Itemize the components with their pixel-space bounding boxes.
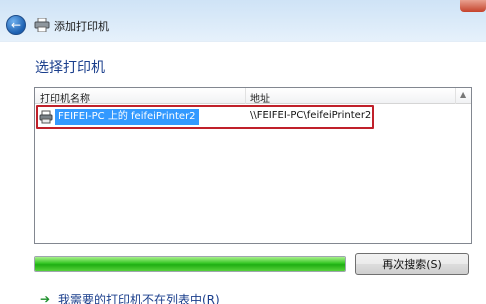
green-arrow-icon: ➔	[40, 292, 51, 304]
list-header: 打印机名称 地址 ▲	[35, 88, 471, 105]
printer-icon	[34, 18, 50, 32]
column-divider	[245, 88, 246, 104]
back-button[interactable]: ←	[6, 15, 26, 35]
column-header-name[interactable]: 打印机名称	[40, 90, 90, 105]
close-button[interactable]	[460, 0, 486, 12]
printer-list[interactable]: 打印机名称 地址 ▲ FEIFEI-PC 上的 feifeiPrinter2 \…	[34, 87, 472, 244]
selection-highlight-box	[36, 105, 374, 129]
page-heading: 选择打印机	[35, 60, 105, 76]
window-title: 添加打印机	[54, 20, 109, 33]
search-progress-bar	[34, 256, 346, 272]
title-bar: ← 添加打印机	[0, 0, 486, 42]
progress-fill	[35, 257, 345, 271]
back-arrow-icon: ←	[10, 18, 22, 32]
column-header-address[interactable]: 地址	[250, 90, 270, 105]
scroll-up-icon[interactable]: ▲	[460, 90, 466, 99]
not-listed-link[interactable]: 我需要的打印机不在列表中(R)	[58, 291, 220, 304]
column-divider	[455, 88, 456, 104]
search-again-button[interactable]: 再次搜索(S)	[355, 253, 469, 275]
